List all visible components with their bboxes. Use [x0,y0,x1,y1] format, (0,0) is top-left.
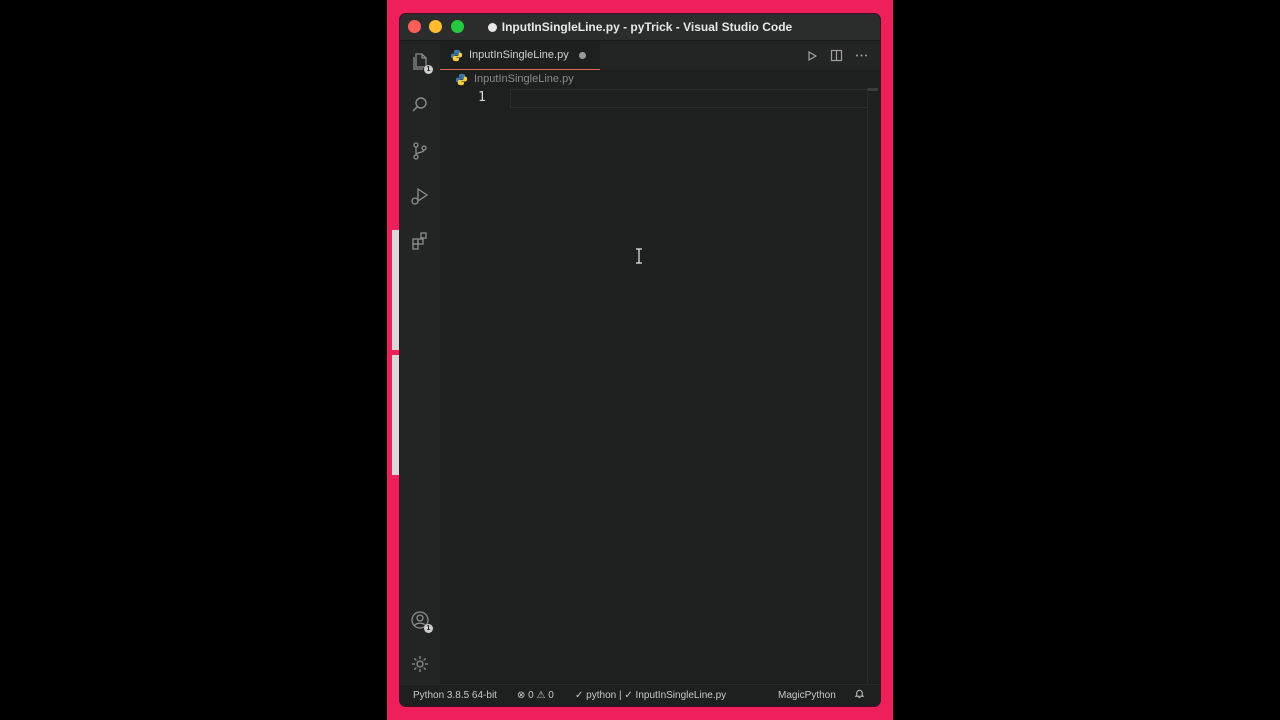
language-mode[interactable]: MagicPython [778,685,836,706]
files-icon[interactable]: 1 [408,49,433,74]
breadcrumb-file[interactable]: InputInSingleLine.py [474,73,574,85]
search-icon[interactable] [408,93,432,117]
vscode-window: InputInSingleLine.py - pyTrick - Visual … [400,14,880,706]
warning-count: 0 [548,690,554,701]
side-scroll-bar [392,230,399,350]
tab-bar: InputInSingleLine.py [440,41,880,70]
account-icon[interactable]: 1 [408,608,433,633]
split-editor-icon[interactable] [830,49,843,62]
current-line-highlight[interactable] [510,89,868,108]
unsaved-dot-icon [487,23,497,32]
check-icon: ✓ [575,690,584,701]
window-title-label: InputInSingleLine.py - pyTrick - Visual … [501,20,793,34]
tab-inputinsingleline[interactable]: InputInSingleLine.py [440,41,600,70]
modified-dot-icon[interactable] [578,51,586,59]
text-cursor-icon [636,248,642,264]
error-icon: ⊗ [517,690,526,701]
code-editor[interactable]: 1 [440,88,880,684]
python-linter-status[interactable]: ✓ python | ✓ InputInSingleLine.py [575,685,726,706]
status-separator: | [618,690,622,701]
activity-bar: 1 1 [400,41,440,684]
extensions-icon[interactable] [408,229,432,253]
editor-actions [806,41,868,70]
warning-icon: ⚠ [536,690,546,701]
error-count: 0 [528,690,534,701]
run-debug-icon[interactable] [408,184,432,208]
gear-icon[interactable] [408,652,432,676]
run-file-icon[interactable] [806,50,818,62]
line-number: 1 [478,90,486,105]
minimap-slider[interactable] [868,88,878,91]
side-scroll-bar [392,355,399,475]
minimap-border [867,88,868,684]
source-control-icon[interactable] [408,139,432,163]
check-icon: ✓ [624,690,633,701]
problems-indicator[interactable]: ⊗ 0 ⚠ 0 [517,685,554,706]
account-badge: 1 [424,624,433,633]
tab-label: InputInSingleLine.py [469,49,569,61]
window-title: InputInSingleLine.py - pyTrick - Visual … [400,14,880,40]
python-file-icon [450,49,463,61]
title-bar: InputInSingleLine.py - pyTrick - Visual … [400,14,880,41]
python-check-label: python [586,690,617,701]
file-check-label: InputInSingleLine.py [635,690,727,701]
breadcrumb: InputInSingleLine.py [440,70,880,88]
status-bar: Python 3.8.5 64-bit ⊗ 0 ⚠ 0 ✓ python | ✓… [400,684,880,706]
explorer-badge: 1 [424,65,433,74]
more-actions-icon[interactable] [855,49,868,62]
python-interpreter[interactable]: Python 3.8.5 64-bit [413,685,497,706]
bell-icon[interactable] [854,685,865,706]
python-file-icon [455,73,468,85]
